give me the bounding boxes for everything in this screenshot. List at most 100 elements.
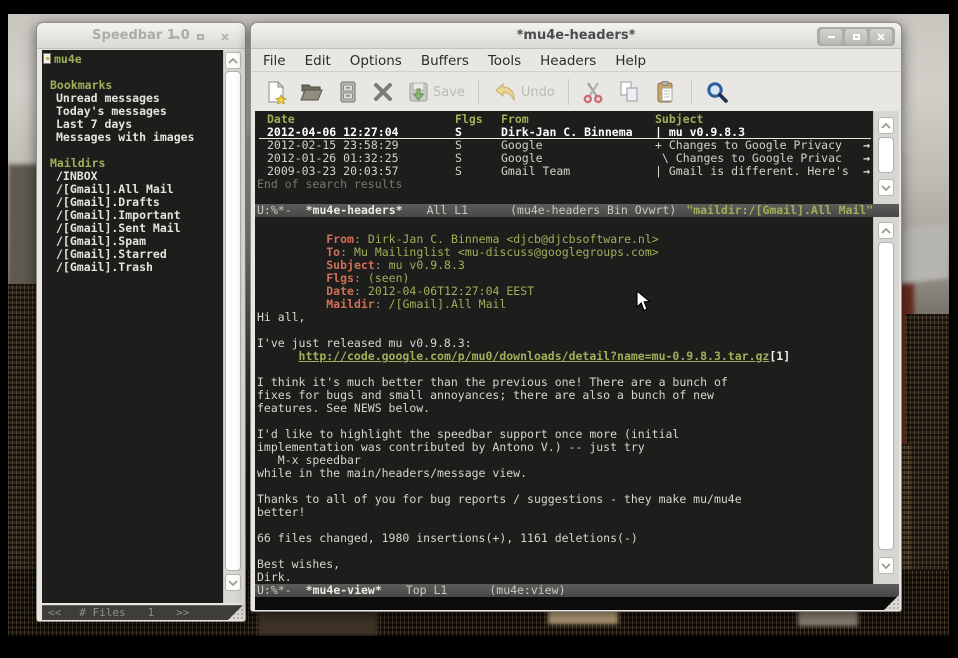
field-label: Date — [326, 284, 354, 298]
scroll-thumb[interactable] — [878, 137, 894, 173]
chevron-down-icon — [881, 185, 891, 191]
link-line: http://code.google.com/p/mu0/downloads/d… — [255, 350, 873, 363]
field-value: Mu Mailinglist <mu-discuss@googlegroups.… — [354, 245, 659, 259]
menu-buffers[interactable]: Buffers — [421, 53, 469, 69]
field-label: To — [326, 245, 340, 259]
speedbar-titlebar[interactable]: Speedbar 1.0 — [37, 23, 245, 49]
close-x-icon — [372, 81, 394, 103]
scroll-thumb[interactable] — [225, 71, 241, 571]
close-buffer-button[interactable] — [372, 81, 394, 103]
modeline-major-mode[interactable]: (mu4e-headers Bin Ovwrt) — [510, 204, 676, 217]
headers-scrollbar[interactable] — [873, 111, 899, 204]
chevron-down-icon — [228, 580, 238, 586]
emacs-titlebar[interactable]: *mu4e-headers* — [251, 23, 901, 49]
field-colon: : — [354, 271, 361, 285]
new-file-icon — [265, 80, 287, 104]
field-label: Subject — [326, 258, 374, 272]
field-colon: : — [354, 284, 361, 298]
field-value: Dirk-Jan C. Binnema <djcb@djcbsoftware.n… — [368, 232, 659, 246]
modeline-search-query: "maildir:/[Gmail].All Mail" — [686, 204, 873, 217]
scroll-down-button[interactable] — [225, 574, 241, 591]
chevron-down-icon — [881, 563, 891, 569]
chevron-up-icon — [228, 58, 238, 64]
field-label: Flgs — [326, 271, 354, 285]
undo-icon — [492, 80, 518, 104]
search-icon — [705, 80, 729, 104]
scroll-down-button[interactable] — [878, 179, 894, 196]
field-colon: : — [340, 245, 347, 259]
cell-date: 2009-03-23 20:03:57 — [267, 165, 399, 178]
menu-headers[interactable]: Headers — [540, 53, 596, 69]
menu-help[interactable]: Help — [615, 53, 646, 69]
message-body: I think it's much better than the previo… — [255, 363, 873, 584]
modeline-major-mode[interactable]: (mu4e:view) — [489, 584, 565, 597]
new-file-button[interactable] — [265, 80, 287, 104]
close-button[interactable] — [214, 29, 236, 44]
minimize-button[interactable] — [820, 29, 842, 44]
field-value: (seen) — [368, 271, 410, 285]
chevron-up-icon — [881, 228, 891, 234]
undo-label: Undo — [521, 85, 555, 100]
truncation-arrow-icon: → — [863, 165, 870, 178]
speedbar-root-mu4e[interactable]: mu4e — [42, 53, 223, 66]
close-button[interactable] — [870, 29, 892, 44]
speedbar-content: mu4e Bookmarks Unread messages Today's m… — [42, 50, 223, 603]
speedbar-item-messages-with-images[interactable]: Messages with images — [42, 131, 223, 144]
emacs-window-title: *mu4e-headers* — [517, 28, 636, 43]
file-cabinet-icon — [337, 80, 359, 104]
speedbar-prev-button[interactable]: << — [48, 606, 61, 620]
minimize-icon — [172, 36, 179, 38]
modeline-buffer-name[interactable]: *mu4e-view* — [306, 584, 382, 597]
field-label: Maildir — [326, 297, 374, 311]
scroll-up-button[interactable] — [878, 117, 894, 134]
menu-bar: File Edit Options Buffers Tools Headers … — [251, 50, 901, 72]
modeline-buffer-name[interactable]: *mu4e-headers* — [306, 204, 403, 217]
toolbar-separator — [568, 79, 569, 105]
view-scrollbar[interactable] — [873, 217, 899, 584]
expand-icon[interactable] — [43, 53, 51, 64]
speedbar-next-button[interactable]: >> — [176, 606, 189, 620]
minimize-button[interactable] — [164, 29, 186, 44]
speedbar-scrollbar[interactable] — [223, 50, 242, 603]
dired-button[interactable] — [337, 80, 359, 104]
maximize-icon — [853, 34, 860, 40]
open-folder-icon — [300, 80, 324, 104]
toolbar-separator — [478, 79, 479, 105]
search-button[interactable] — [705, 80, 729, 104]
mu4e-headers-pane: Date Flgs From Subject 2012-04-06 12:27:… — [255, 111, 873, 204]
modeline-mu4e-view: U:%*- *mu4e-view* Top L1 (mu4e:view) — [255, 584, 899, 597]
mouse-cursor — [636, 290, 652, 316]
menu-edit[interactable]: Edit — [305, 53, 331, 69]
end-of-search-results: End of search results — [255, 178, 873, 191]
maximize-icon — [197, 34, 204, 40]
scroll-down-button[interactable] — [878, 557, 894, 574]
minibuffer[interactable] — [255, 597, 899, 610]
tool-bar: Save Undo — [251, 73, 901, 111]
field-value: mu v0.9.8.3 — [389, 258, 465, 272]
undo-button[interactable]: Undo — [492, 80, 555, 104]
field-from: From:Dirk-Jan C. Binnema <djcb@djcbsoftw… — [255, 220, 873, 233]
speedbar-item-trash[interactable]: /[Gmail].Trash — [42, 261, 223, 274]
save-button[interactable]: Save — [407, 80, 465, 104]
scroll-up-button[interactable] — [225, 52, 241, 69]
emacs-frame-content: Date Flgs From Subject 2012-04-06 12:27:… — [255, 111, 899, 610]
modeline-flags: U:%*- — [257, 204, 292, 217]
release-download-link[interactable]: http://code.google.com/p/mu0/downloads/d… — [299, 349, 770, 363]
menu-options[interactable]: Options — [350, 53, 402, 69]
scroll-up-button[interactable] — [878, 222, 894, 239]
maximize-button[interactable] — [845, 29, 867, 44]
copy-button[interactable] — [617, 80, 641, 104]
menu-file[interactable]: File — [263, 53, 286, 69]
toolbar-separator — [691, 79, 692, 105]
menu-tools[interactable]: Tools — [488, 53, 521, 69]
scroll-thumb[interactable] — [878, 242, 894, 550]
maximize-button[interactable] — [189, 29, 211, 44]
message-row[interactable]: 2009-03-23 20:03:57 S Gmail Team | Gmail… — [255, 165, 873, 178]
field-value: 2012-04-06T12:27:04 EEST — [368, 284, 534, 298]
open-file-button[interactable] — [300, 80, 324, 104]
cut-button[interactable] — [582, 80, 604, 104]
paste-button[interactable] — [654, 80, 678, 104]
link-indent — [257, 349, 299, 363]
emacs-window: *mu4e-headers* File Edit Options Buffers… — [250, 22, 902, 612]
cell-from: Gmail Team — [501, 165, 570, 178]
